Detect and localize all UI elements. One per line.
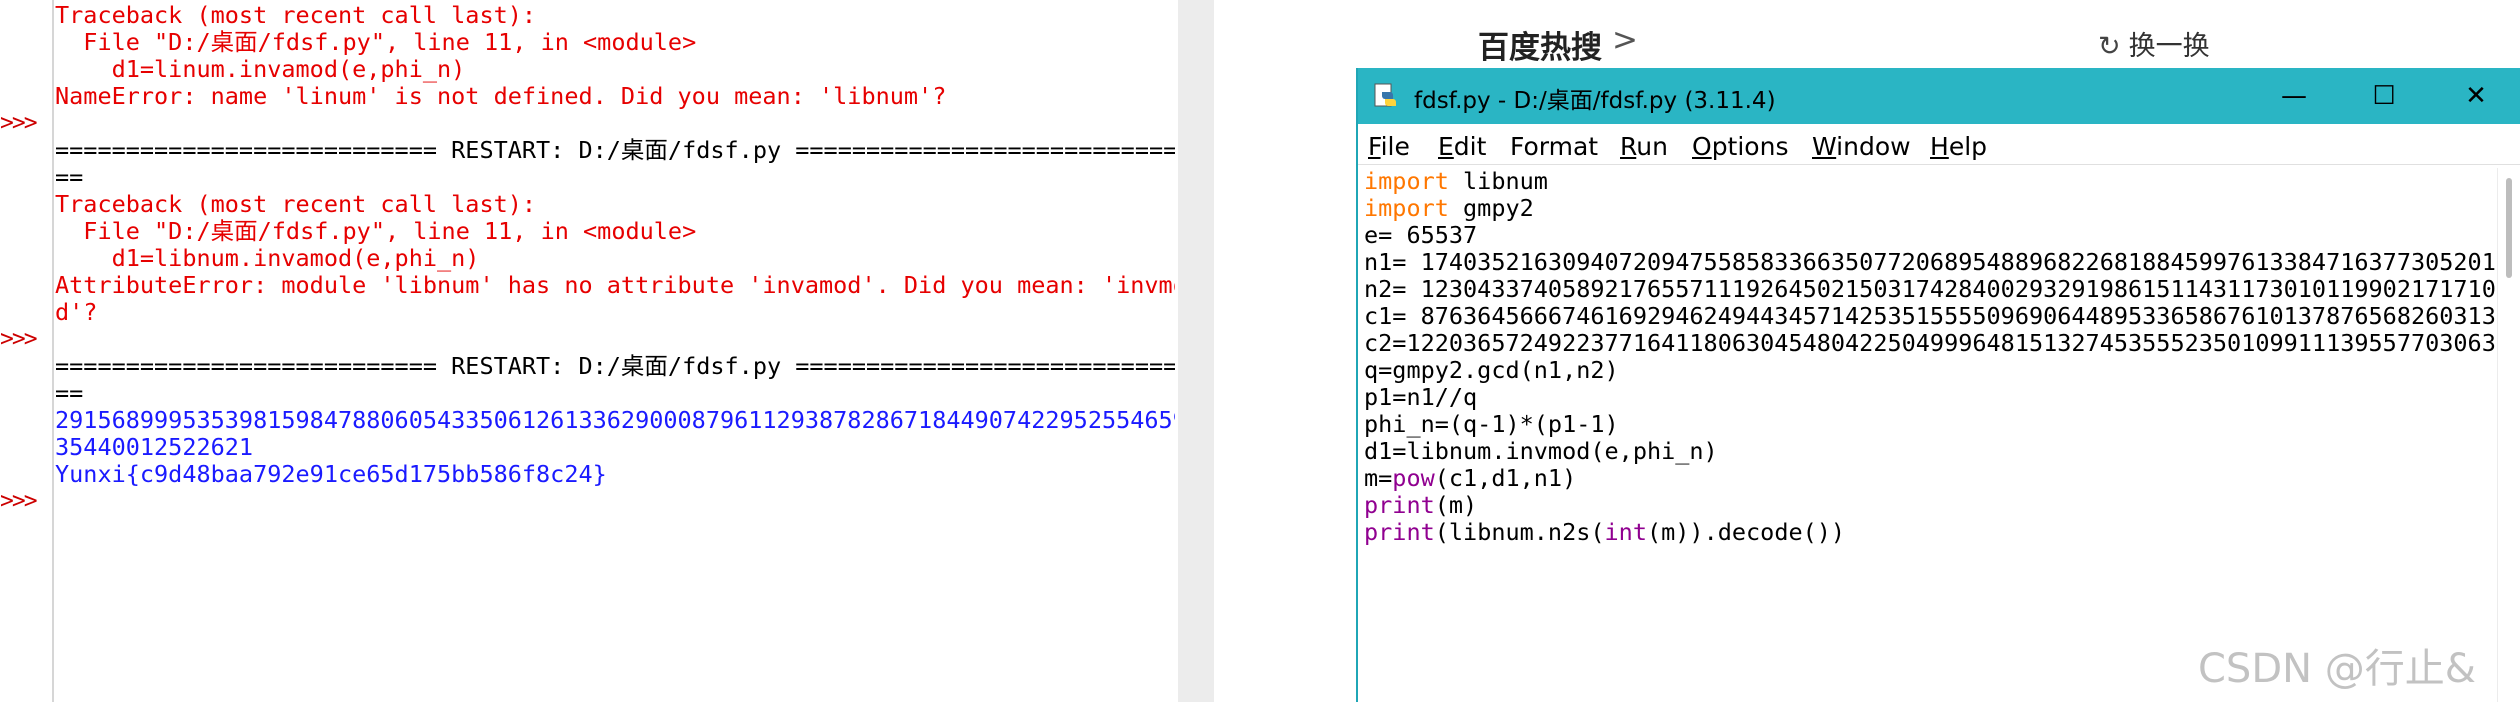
shell-line: Traceback (most recent call last): [55, 190, 537, 218]
shell-line: File "D:/桌面/fdsf.py", line 11, in <modul… [55, 28, 697, 56]
code-token: n2= 123043374058921765571119264502150317… [1364, 275, 2498, 303]
scrollbar-thumb[interactable] [2506, 178, 2512, 278]
shell-line: NameError: name 'linum' is not defined. … [55, 82, 947, 110]
code-line: q=gmpy2.gcd(n1,n2) [1364, 357, 2498, 384]
watermark: CSDN @行止& [2198, 646, 2476, 692]
python-shell-window: >>> >>> >>> Traceback (most recent call … [0, 0, 1178, 702]
shell-line: Yunxi{c9d48baa792e91ce65d175bb586f8c24} [55, 460, 607, 488]
builtin-token: print [1364, 491, 1435, 519]
shell-line: =========================== RESTART: D:/… [55, 136, 1175, 164]
shell-line: == [55, 379, 84, 407]
code-line: d1=libnum.invmod(e,phi_n) [1364, 438, 2498, 465]
code-editor[interactable]: import libnum import gmpy2 e= 65537 n1= 174… [1364, 168, 2498, 702]
shell-line: AttributeError: module 'libnum' has no a… [55, 271, 1175, 299]
menu-window[interactable]: Window [1812, 132, 1911, 161]
code-token: m= [1364, 464, 1393, 492]
code-line: n1= 174035216309407209475585833663507720… [1364, 249, 2498, 276]
code-token: libnum [1448, 168, 1548, 195]
code-line: p1=n1//q [1364, 384, 2498, 411]
maximize-button[interactable]: ☐ [2340, 68, 2428, 124]
close-button[interactable]: ✕ [2432, 68, 2520, 124]
code-token: p1=n1//q [1364, 383, 1478, 411]
window-title: fdsf.py - D:/桌面/fdsf.py (3.11.4) [1414, 88, 1776, 114]
code-token: (libnum.n2s( [1434, 518, 1605, 546]
code-line: c1= 876364566674616929462494434571425351… [1364, 303, 2498, 330]
refresh-label: 换一换 [2128, 31, 2210, 62]
code-line: print(libnum.n2s(int(m)).decode()) [1364, 519, 2498, 546]
code-line: m=pow(c1,d1,n1) [1364, 465, 2498, 492]
menu-help[interactable]: Help [1930, 132, 1987, 161]
window-titlebar[interactable]: fdsf.py - D:/桌面/fdsf.py (3.11.4) — ☐ ✕ [1358, 68, 2520, 124]
menu-bar: File Edit Format Run Options Window Help [1358, 124, 2520, 165]
code-token: c1= 876364566674616929462494434571425351… [1364, 302, 2498, 330]
shell-prompt: >>> [0, 110, 38, 136]
baidu-hot-search-title[interactable]: 百度热搜 [1478, 22, 1602, 67]
chevron-right-icon[interactable]: > [1612, 22, 1638, 58]
python-icon [1374, 83, 1396, 107]
builtin-token: print [1364, 518, 1435, 546]
shell-scrollbar[interactable] [1178, 0, 1214, 702]
menu-file[interactable]: File [1368, 132, 1410, 161]
code-line: print(m) [1364, 492, 2498, 519]
menu-edit[interactable]: Edit [1438, 132, 1486, 161]
shell-line: 2915689995353981598478806054335061261336… [55, 406, 1175, 434]
code-line: c2=1220365724922377164118063045480422504… [1364, 330, 2498, 357]
shell-line: File "D:/桌面/fdsf.py", line 11, in <modul… [55, 217, 697, 245]
minimize-button[interactable]: — [2250, 68, 2338, 124]
keyword-token: import [1364, 168, 1449, 195]
code-line: import libnum [1364, 168, 2498, 195]
code-token: (c1,d1,n1) [1434, 464, 1577, 492]
code-line: n2= 123043374058921765571119264502150317… [1364, 276, 2498, 303]
shell-line: 35440012522621 [55, 433, 254, 461]
menu-options[interactable]: Options [1692, 132, 1788, 161]
shell-prompt: >>> [0, 488, 38, 514]
menu-format[interactable]: Format [1510, 132, 1598, 161]
keyword-token: import [1364, 194, 1449, 222]
code-line: import gmpy2 [1364, 195, 2498, 222]
shell-line: d1=libnum.invamod(e,phi_n) [55, 244, 480, 272]
shell-prompt: >>> [0, 326, 38, 352]
code-token: q=gmpy2.gcd(n1,n2) [1364, 356, 1619, 384]
code-token: (m) [1434, 491, 1478, 519]
editor-scrollbar[interactable] [2497, 168, 2520, 702]
code-token: c2=1220365724922377164118063045480422504… [1364, 329, 2496, 357]
code-token: n1= 174035216309407209475585833663507720… [1364, 248, 2498, 276]
menu-run[interactable]: Run [1620, 132, 1668, 161]
shell-line: d'? [55, 298, 98, 326]
refresh-button[interactable]: ↻ 换一换 [2098, 24, 2210, 63]
code-line: phi_n=(q-1)*(p1-1) [1364, 411, 2498, 438]
code-line: e= 65537 [1364, 222, 2498, 249]
code-token: e= 65537 [1364, 221, 1478, 249]
shell-line: Traceback (most recent call last): [55, 2, 537, 29]
refresh-icon: ↻ [2098, 31, 2121, 62]
idle-editor-window: fdsf.py - D:/桌面/fdsf.py (3.11.4) — ☐ ✕ F… [1356, 68, 2520, 702]
shell-output[interactable]: Traceback (most recent call last): File … [55, 2, 1175, 488]
shell-line: =========================== RESTART: D:/… [55, 352, 1175, 380]
shell-line: == [55, 163, 84, 191]
code-token: d1=libnum.invmod(e,phi_n) [1364, 437, 1718, 465]
code-token: phi_n=(q-1)*(p1-1) [1364, 410, 1619, 438]
builtin-token: int [1604, 518, 1647, 546]
shell-prompt-gutter: >>> >>> >>> [0, 0, 54, 702]
code-token: (m)).decode()) [1646, 518, 1846, 546]
builtin-token: pow [1392, 464, 1435, 492]
code-token: gmpy2 [1448, 194, 1534, 222]
shell-line: d1=linum.invamod(e,phi_n) [55, 55, 466, 83]
